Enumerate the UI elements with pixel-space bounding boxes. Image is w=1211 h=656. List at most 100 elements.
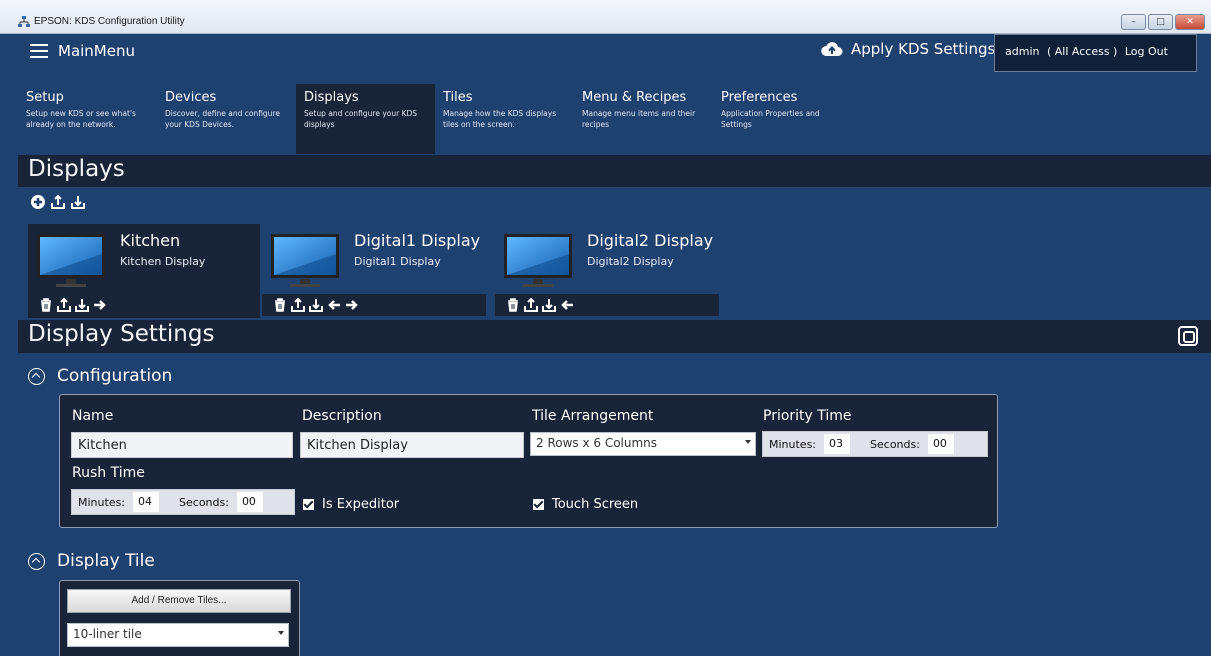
display-name: Digital1 Display xyxy=(354,231,481,250)
window-titlebar: EPSON: KDS Configuration Utility – □ ✕ xyxy=(0,0,1211,34)
priority-time-field: Minutes: 03 Seconds: 00 xyxy=(762,431,988,457)
display-card-kitchen[interactable]: Kitchen Kitchen Display xyxy=(28,224,260,318)
tile-type-value: 10-liner tile xyxy=(73,627,142,641)
hamburger-icon[interactable] xyxy=(30,44,48,58)
display-tile-heading: Display Tile xyxy=(57,551,155,571)
configuration-panel: Name Kitchen Description Kitchen Display… xyxy=(59,394,998,528)
tab-desc: Manage how the KDS displays tiles on the… xyxy=(443,109,557,129)
arrow-right-icon[interactable] xyxy=(92,297,108,313)
import-icon[interactable] xyxy=(541,297,557,313)
tab-displays[interactable]: Displays Setup and configure your KDS di… xyxy=(296,84,435,154)
tab-title: Tiles xyxy=(443,90,473,105)
arrow-right-icon[interactable] xyxy=(344,297,360,313)
tab-menu-recipes[interactable]: Menu & Recipes Manage menu items and the… xyxy=(574,84,713,154)
display-desc: Digital2 Display xyxy=(587,255,674,268)
priority-time-label: Priority Time xyxy=(763,408,852,424)
minimize-button[interactable]: – xyxy=(1121,14,1146,30)
display-settings-heading: Display Settings xyxy=(28,321,215,347)
tile-type-select[interactable]: 10-liner tile xyxy=(67,623,289,647)
export-icon[interactable] xyxy=(523,297,539,313)
close-button[interactable]: ✕ xyxy=(1175,14,1205,30)
trash-icon[interactable] xyxy=(272,297,288,313)
monitor-icon xyxy=(504,234,572,287)
arrow-left-icon[interactable] xyxy=(326,297,342,313)
description-input[interactable]: Kitchen Display xyxy=(300,432,524,458)
configuration-toggle[interactable]: Configuration xyxy=(28,366,172,386)
minutes-label: Minutes: xyxy=(78,495,126,509)
tab-desc: Setup new KDS or see what's already on t… xyxy=(26,109,136,129)
export-icon[interactable] xyxy=(50,194,66,210)
trash-icon[interactable] xyxy=(505,297,521,313)
arrow-left-icon[interactable] xyxy=(559,297,575,313)
export-icon[interactable] xyxy=(56,297,72,313)
priority-seconds-input[interactable]: 00 xyxy=(927,434,954,454)
card-actions xyxy=(495,294,719,316)
main-menu-label[interactable]: MainMenu xyxy=(58,42,135,60)
is-expeditor-label: Is Expeditor xyxy=(322,497,400,512)
configuration-heading: Configuration xyxy=(57,366,173,386)
restore-window-icon[interactable] xyxy=(1177,325,1199,347)
description-label: Description xyxy=(302,408,382,424)
cloud-upload-icon xyxy=(821,42,843,56)
export-icon[interactable] xyxy=(290,297,306,313)
trash-icon[interactable] xyxy=(38,297,54,313)
touch-screen-label: Touch Screen xyxy=(552,497,639,512)
tab-devices[interactable]: Devices Discover, define and configure y… xyxy=(157,84,296,154)
display-card-digital2[interactable]: Digital2 Display Digital2 Display xyxy=(495,224,727,318)
displays-toolbar xyxy=(30,194,86,210)
user-box: admin ( All Access ) Log Out xyxy=(994,34,1197,72)
display-settings-bar: Display Settings xyxy=(18,320,1211,353)
display-desc: Kitchen Display xyxy=(120,255,206,268)
name-label: Name xyxy=(72,408,114,424)
is-expeditor-checkbox[interactable]: Is Expeditor xyxy=(303,497,399,512)
tab-preferences[interactable]: Preferences Application Properties and S… xyxy=(713,84,852,154)
priority-minutes-input[interactable]: 03 xyxy=(824,434,851,454)
tab-desc: Discover, define and configure your KDS … xyxy=(165,109,280,129)
tile-arrangement-label: Tile Arrangement xyxy=(532,408,654,424)
displays-heading: Displays xyxy=(28,156,125,182)
chevron-down-icon xyxy=(745,440,751,444)
tile-arrangement-select[interactable]: 2 Rows x 6 Columns xyxy=(530,432,756,456)
tab-title: Displays xyxy=(304,90,359,105)
seconds-label: Seconds: xyxy=(179,495,229,509)
display-card-digital1[interactable]: Digital1 Display Digital1 Display xyxy=(262,224,494,318)
logout-link[interactable]: Log Out xyxy=(1125,45,1168,58)
card-actions xyxy=(28,294,252,316)
tab-desc: Application Properties and Settings xyxy=(721,109,820,129)
tab-title: Preferences xyxy=(721,90,798,105)
tab-desc: Setup and configure your KDS displays xyxy=(304,109,418,129)
collapse-up-icon xyxy=(28,367,45,385)
rush-seconds-input[interactable]: 00 xyxy=(236,492,263,512)
display-name: Kitchen xyxy=(120,231,181,250)
displays-section-bar: Displays xyxy=(18,155,1211,187)
rush-minutes-input[interactable]: 04 xyxy=(133,492,160,512)
touch-screen-checkbox[interactable]: Touch Screen xyxy=(533,497,638,512)
import-icon[interactable] xyxy=(74,297,90,313)
tab-title: Menu & Recipes xyxy=(582,90,687,105)
name-input[interactable]: Kitchen xyxy=(71,432,293,458)
collapse-up-icon xyxy=(28,552,45,570)
tile-arrangement-value: 2 Rows x 6 Columns xyxy=(536,436,658,450)
display-tile-toggle[interactable]: Display Tile xyxy=(28,551,155,571)
tab-setup[interactable]: Setup Setup new KDS or see what's alread… xyxy=(18,84,157,154)
monitor-icon xyxy=(271,234,339,287)
username: admin xyxy=(1005,45,1040,58)
import-icon[interactable] xyxy=(70,194,86,210)
card-actions xyxy=(262,294,486,316)
tab-title: Devices xyxy=(165,90,217,105)
tab-tiles[interactable]: Tiles Manage how the KDS displays tiles … xyxy=(435,84,574,154)
display-name: Digital2 Display xyxy=(587,231,714,250)
nav-tabs: Setup Setup new KDS or see what's alread… xyxy=(18,84,1211,154)
import-icon[interactable] xyxy=(308,297,324,313)
add-remove-tiles-button[interactable]: Add / Remove Tiles... xyxy=(67,589,291,613)
access-level: ( All Access ) xyxy=(1046,45,1118,58)
rush-time-label: Rush Time xyxy=(72,465,145,481)
maximize-button[interactable]: □ xyxy=(1148,14,1173,30)
tab-desc: Manage menu items and their recipes xyxy=(582,109,696,129)
add-circle-icon[interactable] xyxy=(30,194,46,210)
apply-label: Apply KDS Settings xyxy=(851,40,996,58)
checkbox-checked-icon xyxy=(303,499,314,510)
apply-kds-settings-button[interactable]: Apply KDS Settings xyxy=(821,40,995,58)
network-app-icon xyxy=(18,16,30,27)
monitor-icon xyxy=(37,234,105,287)
